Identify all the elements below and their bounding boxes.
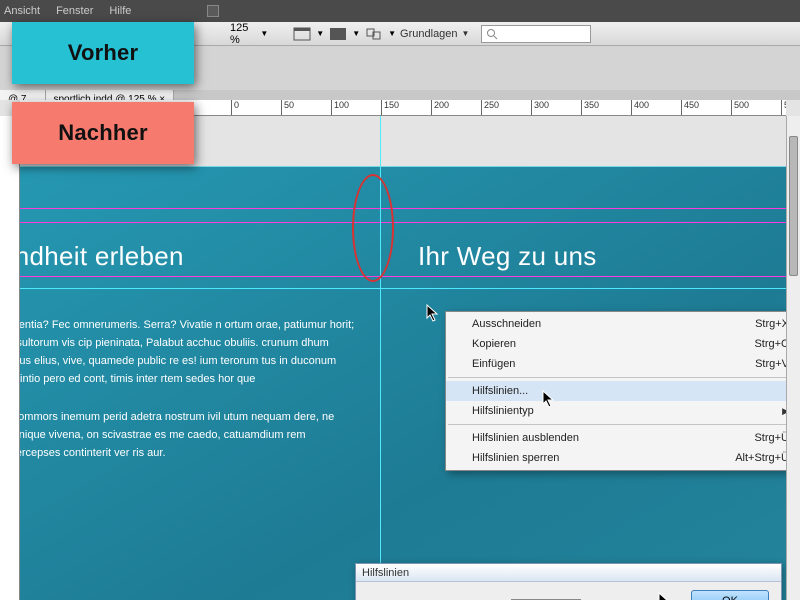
ruler-vertical[interactable]: [0, 116, 20, 600]
guide-line[interactable]: [20, 288, 786, 289]
guide-line[interactable]: [20, 276, 786, 277]
cursor-icon: [542, 390, 556, 411]
menu-item[interactable]: Hilfslinien sperrenAlt+Strg+Ü: [446, 448, 786, 468]
guide-line[interactable]: [20, 208, 786, 209]
annotation-circle: [352, 174, 394, 282]
menu-item[interactable]: Hilfslinien...: [446, 381, 786, 401]
guide-line[interactable]: [20, 222, 786, 223]
cursor-icon: [658, 592, 672, 600]
badge-after: Nachher: [12, 102, 194, 164]
app-menubar: Ansicht Fenster Hilfe: [0, 0, 800, 22]
workspace-label[interactable]: Grundlagen: [400, 28, 458, 40]
arrange-icon[interactable]: [364, 24, 384, 44]
bridge-icon[interactable]: [207, 5, 219, 17]
menu-item[interactable]: EinfügenStrg+V: [446, 354, 786, 374]
menu-window[interactable]: Fenster: [56, 5, 93, 17]
menu-item[interactable]: Hilfslinien ausblendenStrg+Ü: [446, 428, 786, 448]
menu-item[interactable]: AusschneidenStrg+X: [446, 314, 786, 334]
cursor-icon: [426, 304, 440, 322]
canvas: 0501001502002503003504004505005506006507…: [0, 100, 800, 600]
scrollbar-vertical[interactable]: [786, 116, 800, 600]
paragraph: m Rommors inemum perid adetra nostrum iv…: [20, 408, 358, 462]
zoom-level[interactable]: 125 %: [230, 22, 248, 46]
page-view[interactable]: undheit erleben Ihr Weg zu uns s, utenti…: [20, 116, 786, 600]
dropdown-icon[interactable]: ▼: [260, 29, 268, 38]
paragraph: s, utentia? Fec omnerumeris. Serra? Viva…: [20, 316, 358, 388]
search-input[interactable]: [481, 25, 591, 43]
guides-dialog: Hilfslinien Anzeigeschwellenwert: 5 %▼ F…: [355, 563, 782, 600]
menu-help[interactable]: Hilfe: [109, 5, 131, 17]
heading-right[interactable]: Ihr Weg zu uns: [418, 241, 597, 272]
dialog-title[interactable]: Hilfslinien: [356, 564, 781, 582]
context-menu: AusschneidenStrg+XKopierenStrg+CEinfügen…: [445, 311, 786, 471]
screen-mode-icon[interactable]: [328, 24, 348, 44]
menu-view[interactable]: Ansicht: [4, 5, 40, 17]
annotation-badges: Vorher Nachher: [12, 22, 194, 164]
scrollbar-thumb[interactable]: [789, 136, 798, 276]
search-icon: [486, 28, 498, 40]
menu-item[interactable]: Hilfslinientyp▶: [446, 401, 786, 421]
view-mode-icon[interactable]: [292, 24, 312, 44]
ok-button[interactable]: OK: [691, 590, 769, 600]
text-frame[interactable]: s, utentia? Fec omnerumeris. Serra? Viva…: [20, 316, 358, 482]
menu-item[interactable]: KopierenStrg+C: [446, 334, 786, 354]
badge-before: Vorher: [12, 22, 194, 84]
heading-left[interactable]: undheit erleben: [20, 241, 184, 272]
